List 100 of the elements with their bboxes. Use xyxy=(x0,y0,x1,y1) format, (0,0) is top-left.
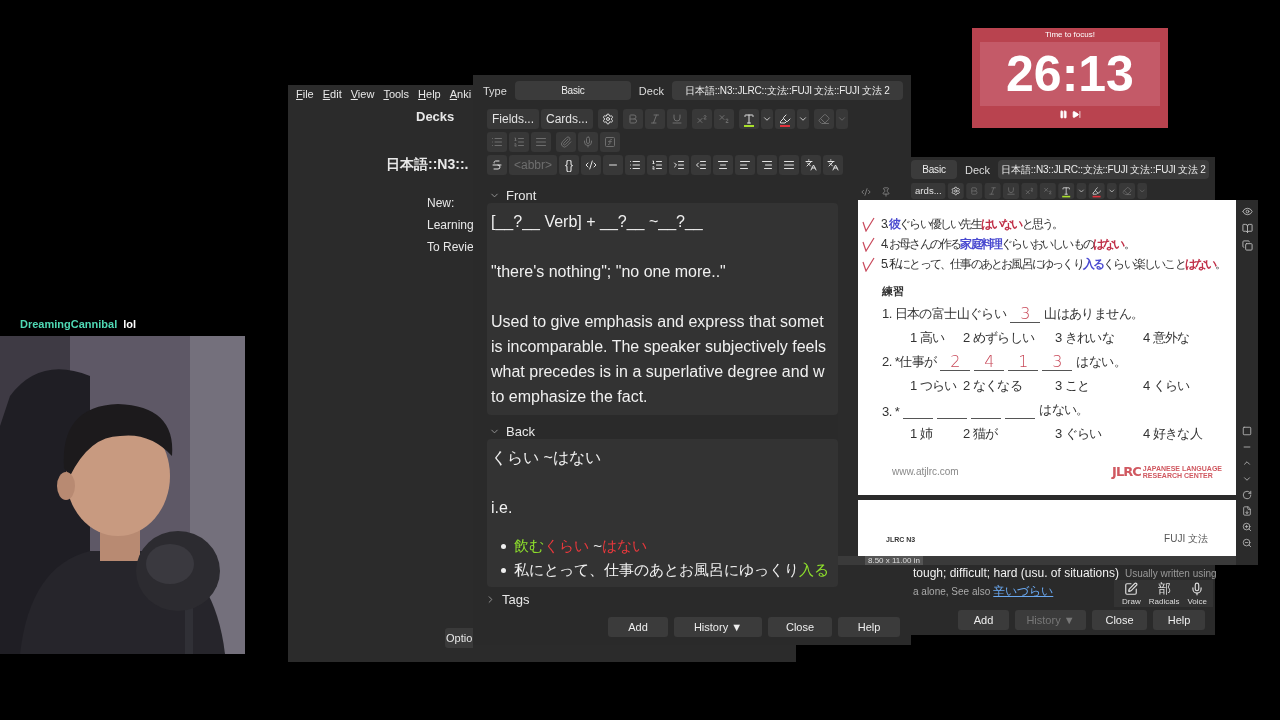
strikethrough-button[interactable] xyxy=(487,155,507,175)
caret-icon xyxy=(1138,187,1147,195)
zoom-in-icon[interactable] xyxy=(1242,522,1252,532)
fill-in-line: 3 xyxy=(1010,306,1041,323)
caret-button[interactable] xyxy=(1107,183,1117,199)
dialog-button[interactable]: Add xyxy=(608,617,668,637)
chevron-up-icon[interactable] xyxy=(1242,458,1252,468)
italic-icon xyxy=(988,186,998,196)
superscript-icon xyxy=(1024,186,1035,196)
pause-icon[interactable] xyxy=(1059,110,1068,119)
file-export-icon[interactable] xyxy=(1242,506,1252,516)
align-justify-button[interactable] xyxy=(779,155,800,175)
menu-item[interactable]: Tools xyxy=(383,88,410,102)
list-item-text: 私にとって、仕事のあとお風呂にゆっくり 入る xyxy=(514,560,829,580)
dialog-button[interactable]: Help xyxy=(838,617,900,637)
text-color-button[interactable] xyxy=(1058,183,1075,199)
copy-icon[interactable] xyxy=(1241,240,1253,251)
book-icon[interactable] xyxy=(1241,223,1253,234)
menu-item[interactable]: Anki xyxy=(449,88,472,102)
fill-in-line xyxy=(971,418,1002,419)
bullet-list-button[interactable] xyxy=(625,155,646,175)
toolbar-button[interactable]: Fields... xyxy=(487,109,539,129)
align-right-button[interactable] xyxy=(757,155,778,175)
eraser-icon xyxy=(1122,186,1133,196)
align-left-button[interactable] xyxy=(735,155,756,175)
question-text: 1. 日本の富士山ぐらい xyxy=(882,305,1007,323)
field-paragraph: Used to give emphasis and express that somet is incomparable. The speaker subjectively feels what precedes is in a superlative degree and w to emphasize the fact. xyxy=(491,312,827,407)
options-button[interactable]: Optio xyxy=(445,628,473,648)
zoom-out-icon[interactable] xyxy=(1242,538,1252,548)
text-color-button[interactable] xyxy=(739,109,760,129)
deck-field[interactable]: 日本語::N3::JLRC::文法::FUJI 文法::FUJI 文法 2 xyxy=(998,160,1209,179)
furigana-button[interactable] xyxy=(801,155,822,175)
field-name[interactable]: Front xyxy=(506,188,537,203)
outdent-button[interactable] xyxy=(691,155,712,175)
eye-icon[interactable] xyxy=(1241,206,1253,217)
refresh-icon[interactable] xyxy=(1242,490,1252,500)
stat-label: New: xyxy=(427,196,455,210)
align-center-button[interactable] xyxy=(713,155,734,175)
dialog-button[interactable]: History ▼ xyxy=(674,617,762,637)
skip-icon[interactable] xyxy=(1072,110,1081,119)
indent-button[interactable] xyxy=(669,155,690,175)
bullet-dot xyxy=(501,567,506,573)
page-header-text: FUJI 文法 xyxy=(1164,532,1208,546)
dialog-button[interactable]: Close xyxy=(768,617,832,637)
toolbar-button[interactable]: {} xyxy=(559,155,580,175)
type-field[interactable]: Basic xyxy=(514,81,631,100)
type-field[interactable]: Basic xyxy=(911,160,957,179)
chat-message: lol xyxy=(123,318,137,330)
furigana-button[interactable] xyxy=(823,155,844,175)
microphone-icon[interactable] xyxy=(1190,582,1205,596)
code-button[interactable] xyxy=(581,155,602,175)
fill-in-line: 1 xyxy=(1008,354,1039,371)
logo-text: JLRC xyxy=(1112,464,1141,479)
dialog-button[interactable]: Help xyxy=(1153,610,1205,630)
chevron-down-icon[interactable] xyxy=(1242,474,1252,484)
numbered-list-button[interactable] xyxy=(647,155,668,175)
menu-item[interactable]: Help xyxy=(418,88,441,102)
example-sentence: 4. お母さんの作る家庭料理ぐらいおいしいものはない。 xyxy=(881,235,1134,253)
menu-item[interactable]: View xyxy=(350,88,375,102)
highlight-button[interactable] xyxy=(775,109,796,129)
tags-label[interactable]: Tags xyxy=(502,592,530,607)
field-editor[interactable]: くらい ~はない i.e. 飲む くらい ~はない 私にとって、仕事のあとお風呂にゆっくり 入る xyxy=(487,439,838,587)
menu-item[interactable]: Edit xyxy=(322,88,342,102)
fill-in-line: 2 xyxy=(940,354,971,371)
question-text: 3. * xyxy=(882,404,900,419)
deck-name: 日本語::N3::. xyxy=(386,156,469,174)
toolbar-button[interactable]: Cards... xyxy=(541,109,594,129)
radical-glyph[interactable]: 部 xyxy=(1157,582,1171,596)
question-text: はない。 xyxy=(1039,401,1089,419)
deck-field[interactable]: 日本語::N3::JLRC::文法::FUJI 文法::FUJI 文法 2 xyxy=(671,81,903,100)
pencil-square-icon[interactable] xyxy=(1124,582,1139,596)
rule-button[interactable] xyxy=(603,155,624,175)
tool-label: Draw xyxy=(1122,597,1141,606)
subscript-icon xyxy=(1043,186,1053,196)
answer-option: 3 こと xyxy=(1055,377,1090,395)
page-size-label: 8.50 x 11.00 in xyxy=(865,556,923,565)
tool-label: Voice xyxy=(1187,597,1207,606)
pin-icon[interactable] xyxy=(881,187,891,197)
caret-icon xyxy=(798,114,809,124)
website-text: www.atjlrc.com xyxy=(892,466,959,477)
translate-icon xyxy=(827,159,840,171)
settings-button[interactable] xyxy=(948,183,965,199)
fill-in-line: 4 xyxy=(974,354,1005,371)
answer-option: 4 くらい xyxy=(1143,377,1190,395)
toolbar-button[interactable]: ards... xyxy=(911,183,946,199)
example-sentence: 3.彼ぐらい優しい先生はいないと思う。 xyxy=(881,215,1063,233)
dialog-button[interactable]: Add xyxy=(958,610,1009,630)
menu-item[interactable]: File xyxy=(296,88,314,102)
settings-button[interactable] xyxy=(598,109,619,129)
code-icon[interactable] xyxy=(861,187,871,197)
stat-label: To Revie xyxy=(427,240,474,254)
dialog-button[interactable]: Close xyxy=(1092,610,1147,630)
bullet-list-icon xyxy=(629,159,642,171)
field-name[interactable]: Back xyxy=(506,424,535,439)
see-also-link[interactable]: 辛いづらい xyxy=(993,583,1054,600)
square-icon[interactable] xyxy=(1242,426,1252,436)
answer-option: 2 なくなる xyxy=(963,377,1023,395)
outdent-icon xyxy=(695,159,708,171)
definition-text: tough; difficult; hard (usu. of situations) xyxy=(913,566,1119,580)
highlight-button[interactable] xyxy=(1088,183,1105,199)
